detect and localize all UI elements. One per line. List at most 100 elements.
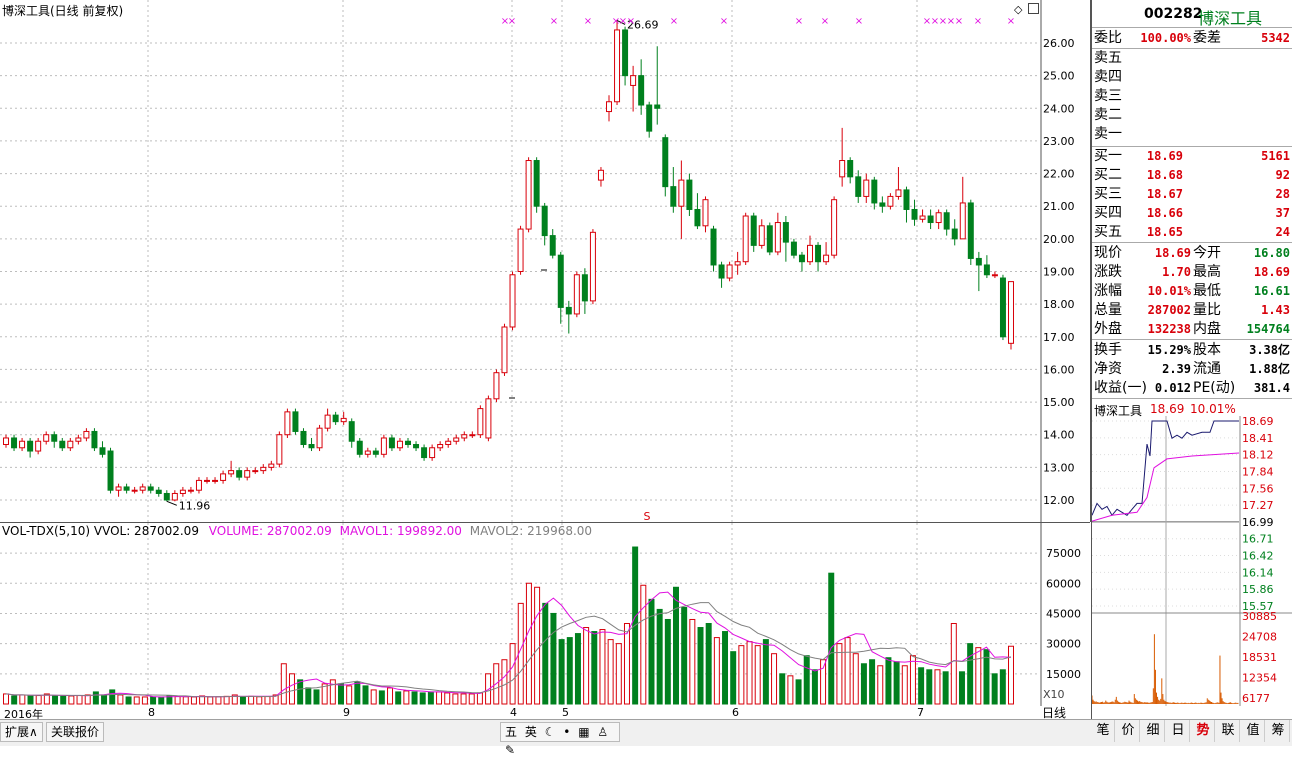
candle-body[interactable] — [541, 205, 548, 237]
volume-bar[interactable] — [1008, 645, 1014, 705]
buy-row[interactable]: 买四 18.66 37 — [1092, 204, 1292, 223]
buy-row[interactable]: 买一 18.69 5161 — [1092, 147, 1292, 166]
candle-body[interactable] — [686, 179, 693, 210]
candle-body[interactable] — [493, 372, 500, 400]
candle-body[interactable] — [204, 479, 210, 482]
tab-xi[interactable]: 细 — [1142, 720, 1165, 742]
volume-bar[interactable] — [926, 669, 933, 705]
candle-body[interactable] — [437, 444, 444, 449]
candle-body[interactable] — [935, 212, 942, 224]
candle-body[interactable] — [268, 463, 275, 468]
candle-body[interactable] — [606, 101, 612, 113]
volume-bar[interactable] — [52, 695, 59, 705]
candle-body[interactable] — [228, 470, 235, 475]
candle-body[interactable] — [405, 440, 411, 446]
ime-english-icon[interactable]: 英 — [525, 725, 537, 739]
volume-bar[interactable] — [640, 584, 647, 705]
volume-bar[interactable] — [11, 695, 18, 705]
candle-body[interactable] — [525, 160, 532, 230]
candle-body[interactable] — [59, 440, 66, 449]
candle-body[interactable] — [670, 186, 677, 207]
volume-bar[interactable] — [452, 693, 459, 705]
candle-body[interactable] — [798, 254, 805, 263]
candle-body[interactable] — [758, 225, 765, 246]
volume-bar[interactable] — [403, 690, 410, 705]
candle-body[interactable] — [364, 450, 371, 455]
volume-bar[interactable] — [411, 691, 418, 705]
volume-bar[interactable] — [591, 631, 598, 705]
volume-bar[interactable] — [574, 633, 581, 705]
candle-body[interactable] — [718, 264, 725, 279]
candle-body[interactable] — [469, 434, 476, 437]
candle-body[interactable] — [887, 195, 894, 207]
candle-body[interactable] — [557, 254, 564, 308]
volume-bar[interactable] — [566, 637, 573, 705]
candle-body[interactable] — [959, 202, 966, 240]
sell-row[interactable]: 卖四 — [1092, 68, 1292, 87]
candle-body[interactable] — [348, 421, 355, 442]
candle-body[interactable] — [597, 169, 604, 181]
candle-body[interactable] — [839, 160, 846, 178]
candle-body[interactable] — [43, 434, 50, 442]
volume-bar[interactable] — [19, 694, 26, 705]
volume-bar[interactable] — [248, 695, 255, 705]
candle-body[interactable] — [847, 160, 854, 178]
candle-body[interactable] — [614, 29, 621, 103]
candle-body[interactable] — [734, 261, 741, 266]
candle-body[interactable] — [815, 244, 822, 263]
volume-bar[interactable] — [991, 673, 998, 705]
candle-body[interactable] — [678, 179, 685, 207]
volume-bar[interactable] — [779, 673, 786, 705]
volume-bar[interactable] — [942, 671, 949, 705]
volume-bar[interactable] — [787, 675, 794, 705]
volume-bar[interactable] — [288, 673, 295, 705]
kline-plot[interactable]: 26.00 25.00 24.00 23.00 22.00 21.00 20.00 19.00… — [0, 0, 1090, 523]
volume-bar[interactable] — [918, 667, 925, 705]
candle-body[interactable] — [99, 447, 106, 455]
volume-bar[interactable] — [999, 669, 1006, 705]
moon-icon[interactable]: ☾ — [545, 725, 556, 739]
volume-bar[interactable] — [885, 657, 892, 705]
candle-body[interactable] — [823, 254, 830, 263]
volume-bar[interactable] — [476, 692, 483, 705]
candle-body[interactable] — [742, 215, 749, 263]
volume-bar[interactable] — [852, 653, 859, 705]
candle-body[interactable] — [35, 440, 42, 452]
candle-body[interactable] — [195, 479, 202, 491]
candle-body[interactable] — [501, 326, 508, 374]
candle-body[interactable] — [252, 470, 259, 473]
candle-body[interactable] — [163, 492, 170, 501]
candle-body[interactable] — [75, 437, 82, 442]
volume-bar[interactable] — [525, 582, 532, 705]
volume-bar[interactable] — [378, 690, 385, 705]
ime-wubi-icon[interactable]: 五 — [505, 725, 517, 739]
volume-bar[interactable] — [117, 694, 124, 705]
volume-bar[interactable] — [681, 606, 688, 705]
volume-bar[interactable] — [239, 696, 246, 705]
candle-body[interactable] — [260, 466, 267, 472]
candle-body[interactable] — [919, 215, 926, 220]
volume-bar[interactable] — [68, 695, 75, 705]
candle-body[interactable] — [396, 440, 403, 449]
candle-body[interactable] — [951, 228, 958, 240]
volume-bar[interactable] — [182, 696, 189, 705]
candle-body[interactable] — [638, 75, 645, 106]
tab-zhi[interactable]: 值 — [1242, 720, 1265, 742]
volume-bar[interactable] — [207, 696, 214, 705]
candle-body[interactable] — [147, 486, 154, 491]
volume-bar[interactable] — [534, 586, 541, 705]
candle-body[interactable] — [212, 479, 219, 482]
candle-body[interactable] — [220, 473, 227, 481]
volume-bar[interactable] — [256, 696, 263, 705]
volume-bar[interactable] — [223, 695, 230, 705]
candle-body[interactable] — [710, 228, 717, 266]
candle-body[interactable] — [107, 450, 114, 491]
candle-body[interactable] — [453, 437, 460, 442]
candle-body[interactable] — [646, 104, 653, 132]
candle-body[interactable] — [726, 264, 733, 279]
candle-body[interactable] — [766, 225, 773, 253]
candle-body[interactable] — [332, 414, 339, 423]
volume-bar[interactable] — [795, 679, 802, 705]
volume-bar[interactable] — [501, 659, 508, 705]
volume-bar[interactable] — [738, 645, 745, 705]
